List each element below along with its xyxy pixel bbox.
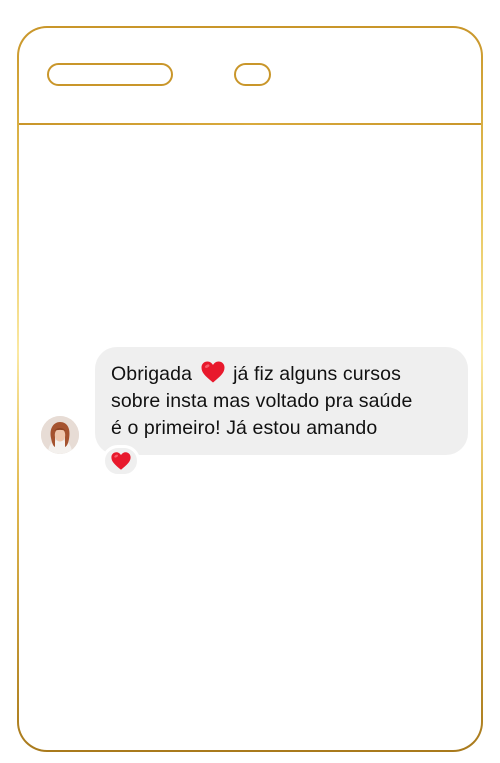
avatar-image <box>41 416 79 454</box>
heart-reaction[interactable] <box>102 445 140 477</box>
heart-icon <box>201 361 225 383</box>
camera-icon <box>234 63 271 86</box>
heart-reaction-icon <box>111 452 131 470</box>
phone-top-bar <box>19 28 481 123</box>
phone-screen: Obrigada já fiz alguns cursos sobre inst… <box>19 28 481 750</box>
message-text-part: Obrigada <box>111 363 193 385</box>
speaker-icon <box>47 63 173 86</box>
message-text-part: já fiz alguns cursos <box>233 363 401 385</box>
avatar[interactable] <box>41 416 79 454</box>
message-bubble[interactable]: Obrigada já fiz alguns cursos sobre inst… <box>95 347 468 455</box>
phone-frame: Obrigada já fiz alguns cursos sobre inst… <box>17 26 483 752</box>
top-divider <box>19 123 481 125</box>
message-line-2: sobre insta mas voltado pra saúde <box>111 390 413 412</box>
message-line-1: Obrigada já fiz alguns cursos <box>111 360 452 388</box>
message-line-3: é o primeiro! Já estou amando <box>111 417 378 439</box>
